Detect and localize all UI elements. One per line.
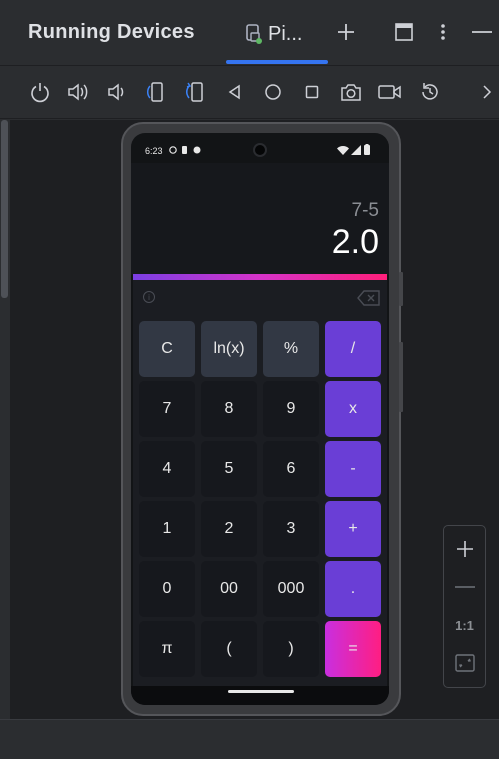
status-time: 6:23 <box>145 146 163 156</box>
video-record-icon[interactable] <box>377 79 403 105</box>
phone-power-button <box>399 272 403 306</box>
device-tab[interactable]: Pi... <box>246 20 302 48</box>
phone-volume-button <box>399 342 403 412</box>
key-14[interactable]: 3 <box>263 501 319 557</box>
add-tab-button[interactable] <box>332 18 360 46</box>
device-toolbar <box>0 67 499 119</box>
key-17[interactable]: 00 <box>201 561 257 617</box>
key-19[interactable]: . <box>325 561 381 617</box>
power-icon[interactable] <box>27 79 53 105</box>
zoom-controls: 1:1 <box>443 525 486 688</box>
key-15[interactable]: + <box>325 501 381 557</box>
minimize-button[interactable] <box>468 18 496 46</box>
active-tab-indicator <box>226 60 328 64</box>
key-16[interactable]: 0 <box>139 561 195 617</box>
key-12[interactable]: 1 <box>139 501 195 557</box>
front-camera <box>253 143 267 157</box>
bottom-status-bar <box>0 719 499 759</box>
key-4[interactable]: 7 <box>139 381 195 437</box>
info-icon[interactable]: i <box>143 291 155 303</box>
key-20[interactable]: π <box>139 621 195 677</box>
phone-screen[interactable]: 6:23 7-5 2.0 i C ln(x) % / 7 8 9 x 4 5 6… <box>131 133 389 705</box>
result-text: 2.0 <box>331 223 379 261</box>
home-gesture-pill[interactable] <box>228 690 294 693</box>
expression-text: 7-5 <box>351 200 379 221</box>
tool-window-header: Running Devices Pi... <box>0 0 499 66</box>
zoom-in-button[interactable] <box>444 530 485 568</box>
key-8[interactable]: 4 <box>139 441 195 497</box>
volume-up-icon[interactable] <box>65 79 91 105</box>
status-bar: 6:23 <box>131 133 389 163</box>
calculator-keypad: i Cln(x)%/7 8 9 x 4 5 6-1 2 3 +0 00 000. π() = <box>133 280 387 686</box>
status-wifi-icon <box>337 145 349 157</box>
status-signal-icon <box>351 145 361 157</box>
camera-icon[interactable] <box>338 79 364 105</box>
key-18[interactable]: 000 <box>263 561 319 617</box>
chevron-right-icon[interactable] <box>478 79 496 105</box>
key-5[interactable]: 8 <box>201 381 257 437</box>
more-options-button[interactable] <box>429 18 457 46</box>
reset-icon[interactable] <box>417 79 443 105</box>
rotate-left-icon[interactable] <box>143 79 169 105</box>
overview-square-icon[interactable] <box>299 79 325 105</box>
gesture-nav-bar <box>131 686 389 705</box>
volume-down-icon[interactable] <box>104 79 130 105</box>
key-11[interactable]: - <box>325 441 381 497</box>
key-9[interactable]: 5 <box>201 441 257 497</box>
status-battery-icon <box>364 144 370 157</box>
key-0[interactable]: C <box>139 321 195 377</box>
device-tab-label: Pi... <box>268 22 303 45</box>
fit-screen-button[interactable] <box>444 644 485 682</box>
window-layout-button[interactable] <box>390 18 418 46</box>
zoom-out-button[interactable] <box>444 568 485 606</box>
home-circle-icon[interactable] <box>260 79 286 105</box>
device-phone-icon <box>246 24 262 44</box>
key-10[interactable]: 6 <box>263 441 319 497</box>
calculator-display: 7-5 2.0 <box>131 163 389 275</box>
panel-title: Running Devices <box>28 21 195 43</box>
vertical-scrollbar[interactable] <box>1 120 8 298</box>
backspace-icon[interactable] <box>357 290 381 311</box>
actual-size-button[interactable]: 1:1 <box>444 606 485 644</box>
key-7[interactable]: x <box>325 381 381 437</box>
key-1[interactable]: ln(x) <box>201 321 257 377</box>
status-notification-icons <box>169 145 205 157</box>
key-23[interactable]: = <box>325 621 381 677</box>
key-3[interactable]: / <box>325 321 381 377</box>
key-2[interactable]: % <box>263 321 319 377</box>
phone-frame: 6:23 7-5 2.0 i C ln(x) % / 7 8 9 x 4 5 6… <box>121 122 403 716</box>
key-6[interactable]: 9 <box>263 381 319 437</box>
key-22[interactable]: ) <box>263 621 319 677</box>
rotate-right-icon[interactable] <box>183 79 209 105</box>
back-triangle-icon[interactable] <box>222 79 248 105</box>
key-21[interactable]: ( <box>201 621 257 677</box>
key-13[interactable]: 2 <box>201 501 257 557</box>
